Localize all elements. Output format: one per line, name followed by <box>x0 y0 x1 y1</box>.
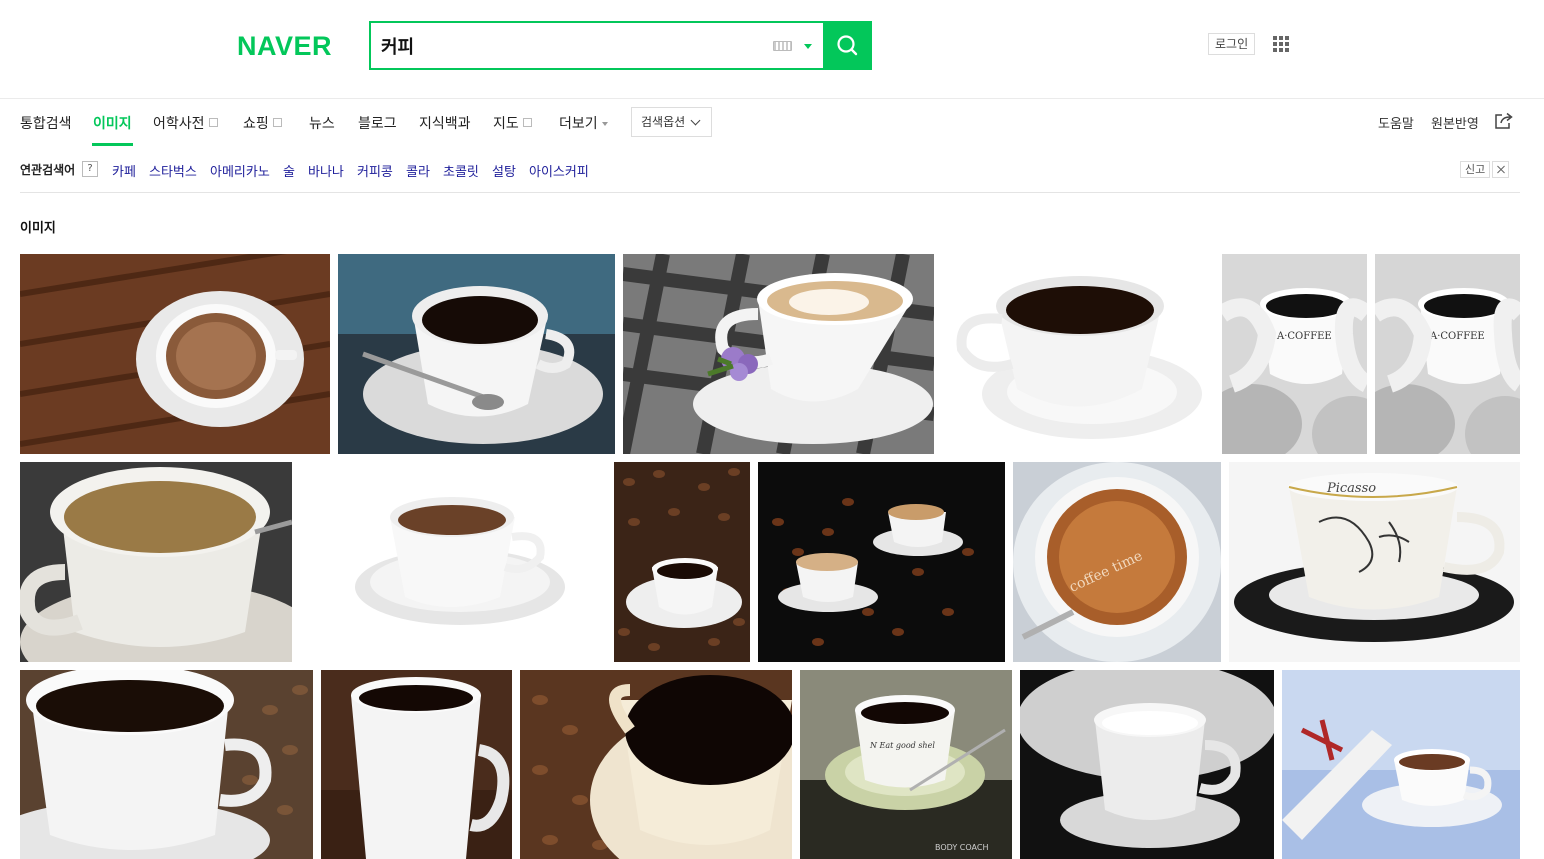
image-thumbnail[interactable]: Picasso <box>1229 462 1520 662</box>
section-title: 이미지 <box>20 221 56 236</box>
related-keyword[interactable]: 콜라 <box>406 161 430 180</box>
tab-news[interactable]: 뉴스 <box>309 113 335 146</box>
image-thumbnail[interactable]: A·COFFEE <box>1375 254 1520 454</box>
keyboard-icon[interactable] <box>773 41 792 51</box>
tab-more[interactable]: 더보기 <box>559 113 608 146</box>
tab-shopping[interactable]: 쇼핑 <box>243 113 282 146</box>
image-thumbnail[interactable] <box>1282 670 1520 859</box>
image-thumbnail[interactable]: A·COFFEE <box>1222 254 1367 454</box>
related-keyword[interactable]: 아이스커피 <box>529 161 589 180</box>
image-thumbnail[interactable] <box>942 254 1214 454</box>
header: NAVER 로그인 <box>0 0 1544 99</box>
tab-dictionary[interactable]: 어학사전 <box>153 113 218 146</box>
image-thumbnail[interactable]: coffee time <box>1013 462 1221 662</box>
naver-logo[interactable]: NAVER <box>237 31 332 62</box>
image-thumbnail[interactable] <box>520 670 792 859</box>
svg-text:BODY COACH: BODY COACH <box>935 843 988 852</box>
login-button[interactable]: 로그인 <box>1208 33 1256 55</box>
search-options-button[interactable]: 검색옵션 <box>631 107 712 137</box>
tab-map[interactable]: 지도 <box>493 113 532 146</box>
search-box <box>369 21 872 70</box>
tab-images[interactable]: 이미지 <box>92 113 133 146</box>
related-keywords: 연관검색어 ? 카페 스타벅스 아메리카노 술 바나나 커피콩 콜라 초콜릿 설… <box>20 147 1520 193</box>
svg-text:N Eat good shel: N Eat good shel <box>869 741 935 750</box>
search-button[interactable] <box>823 21 872 70</box>
external-link-icon <box>208 118 218 127</box>
related-keyword[interactable]: 술 <box>283 161 295 180</box>
report-button[interactable]: 신고 <box>1460 161 1491 178</box>
image-thumbnail[interactable] <box>321 670 512 859</box>
svg-text:A·COFFEE: A·COFFEE <box>1276 331 1332 342</box>
image-thumbnail[interactable]: N Eat good shel BODY COACH <box>800 670 1012 859</box>
search-tabs: 통합검색 이미지 어학사전 쇼핑 뉴스 블로그 지식백과 지도 더보기 검색옵션… <box>0 99 1544 147</box>
search-input[interactable] <box>381 32 761 60</box>
tab-blog[interactable]: 블로그 <box>358 113 397 146</box>
related-title: 연관검색어 <box>20 163 76 177</box>
related-keyword[interactable]: 아메리카노 <box>210 161 270 180</box>
image-thumbnail[interactable] <box>300 462 606 662</box>
related-keyword[interactable]: 스타벅스 <box>149 161 197 180</box>
autocomplete-toggle-icon[interactable] <box>804 44 812 49</box>
related-keyword[interactable]: 설탕 <box>492 161 516 180</box>
related-keyword[interactable]: 카페 <box>112 161 136 180</box>
help-icon[interactable]: ? <box>82 161 98 177</box>
related-keyword[interactable]: 초콜릿 <box>443 161 479 180</box>
share-icon[interactable] <box>1494 112 1514 130</box>
external-link-icon <box>522 118 532 127</box>
image-thumbnail[interactable] <box>614 462 750 662</box>
image-thumbnail[interactable] <box>20 670 313 859</box>
close-icon[interactable] <box>1492 161 1509 178</box>
related-keyword[interactable]: 커피콩 <box>357 161 393 180</box>
image-thumbnail[interactable] <box>20 462 292 662</box>
image-thumbnail[interactable] <box>758 462 1005 662</box>
image-thumbnail[interactable] <box>338 254 615 454</box>
apps-grid-icon[interactable] <box>1273 36 1289 52</box>
tab-integrated[interactable]: 통합검색 <box>20 113 72 146</box>
external-link-icon <box>272 118 282 127</box>
image-thumbnail[interactable] <box>623 254 934 454</box>
search-icon <box>837 35 858 56</box>
help-link[interactable]: 도움말 <box>1378 113 1414 132</box>
image-thumbnail[interactable] <box>20 254 330 454</box>
tab-encyclopedia[interactable]: 지식백과 <box>419 113 471 146</box>
svg-text:A·COFFEE: A·COFFEE <box>1429 331 1485 342</box>
original-link[interactable]: 원본반영 <box>1431 113 1479 132</box>
dropdown-arrow-icon <box>601 122 608 126</box>
image-thumbnail[interactable] <box>1020 670 1274 859</box>
related-keyword[interactable]: 바나나 <box>308 161 344 180</box>
chevron-down-icon <box>690 115 701 126</box>
svg-text:Picasso: Picasso <box>1326 481 1376 496</box>
